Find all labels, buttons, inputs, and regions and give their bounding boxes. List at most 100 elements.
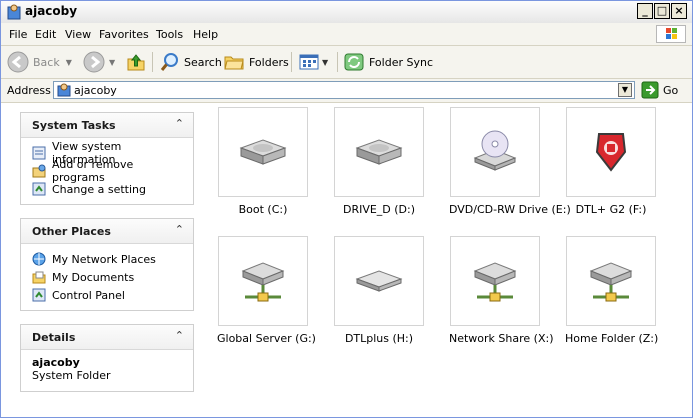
back-button[interactable]: Back ▼: [7, 51, 72, 73]
place-my-network-places[interactable]: My Network Places: [32, 250, 183, 268]
toolbar-separator: [291, 52, 292, 72]
drive-item[interactable]: Global Server (G:): [217, 236, 316, 345]
maximize-button[interactable]: □: [654, 3, 670, 19]
network-drive-icon: [473, 262, 517, 302]
details-header[interactable]: Details ⌃: [21, 325, 193, 350]
up-folder-icon: [127, 54, 145, 71]
collapse-chevron-icon[interactable]: ⌃: [175, 117, 184, 130]
control-panel-icon: [32, 288, 46, 302]
go-arrow-icon: [641, 81, 659, 99]
drive-thumbnail: [334, 236, 424, 326]
menu-favorites[interactable]: Favorites: [99, 28, 149, 41]
back-label: Back: [33, 55, 60, 69]
place-label: My Documents: [52, 270, 135, 284]
menu-view[interactable]: View: [65, 28, 91, 41]
place-control-panel[interactable]: Control Panel: [32, 286, 183, 304]
drive-label: DTL+ G2 (F:): [575, 203, 647, 216]
drive-thumbnail: [334, 107, 424, 197]
details-panel: Details ⌃ ajacoby System Folder: [20, 324, 194, 392]
drive-item[interactable]: DTLplus (H:): [333, 236, 425, 345]
forward-button[interactable]: ▼: [83, 51, 115, 73]
window-title: ajacoby: [25, 4, 78, 18]
toolbar-separator: [337, 52, 338, 72]
menu-tools[interactable]: Tools: [156, 28, 183, 41]
close-button[interactable]: ×: [671, 3, 687, 19]
folder-sync-icon: [344, 53, 364, 71]
folder-sync-button[interactable]: Folder Sync: [343, 51, 433, 73]
system-info-icon: [32, 146, 46, 160]
drive-label: Global Server (G:): [217, 332, 316, 345]
toolbar: Back ▼ ▼ Search Folders ▼ Folder Sync: [1, 46, 692, 79]
drive-thumbnail: [218, 236, 308, 326]
place-my-documents[interactable]: My Documents: [32, 268, 183, 286]
place-label: My Network Places: [52, 252, 156, 266]
address-bar: Address ajacoby ▼ Go: [1, 79, 692, 103]
search-label: Search: [184, 55, 222, 69]
collapse-chevron-icon[interactable]: ⌃: [175, 223, 184, 236]
drive-label: DTLplus (H:): [344, 332, 414, 345]
other-places-header[interactable]: Other Places ⌃: [21, 219, 193, 244]
views-button[interactable]: ▼: [298, 51, 328, 73]
address-label: Address: [7, 84, 51, 97]
drive-label: Home Folder (Z:): [565, 332, 659, 345]
other-places-panel: Other Places ⌃ My Network Places My Docu…: [20, 218, 194, 311]
minimize-button[interactable]: _: [637, 3, 653, 19]
folders-icon: [224, 56, 244, 70]
title-bar[interactable]: ajacoby _ □ ×: [1, 1, 692, 24]
menu-file[interactable]: File: [9, 28, 27, 41]
forward-arrow-icon: [83, 51, 105, 73]
address-input[interactable]: ajacoby ▼: [53, 81, 635, 99]
folder-sync-label: Folder Sync: [369, 55, 434, 69]
task-pane: System Tasks ⌃ View system information A…: [1, 103, 211, 417]
drive-item[interactable]: Boot (C:): [217, 107, 309, 216]
views-icon: [299, 54, 319, 70]
task-label: Change a setting: [52, 182, 146, 196]
network-drive-icon: [241, 262, 285, 302]
hard-drive-icon: [239, 139, 287, 165]
drive-label: DRIVE_D (D:): [342, 203, 416, 216]
back-dropdown-icon[interactable]: ▼: [66, 58, 72, 67]
menu-bar: File Edit View Favorites Tools Help: [1, 23, 692, 46]
address-dropdown-icon[interactable]: ▼: [618, 83, 632, 97]
toolbar-separator: [152, 52, 153, 72]
system-tasks-title: System Tasks: [32, 119, 116, 132]
system-tasks-panel: System Tasks ⌃ View system information A…: [20, 112, 194, 205]
go-button[interactable]: Go: [641, 81, 689, 99]
network-drive-icon: [589, 262, 633, 302]
drive-item[interactable]: DRIVE_D (D:): [333, 107, 425, 216]
cd-drive-icon: [473, 130, 517, 171]
place-label: Control Panel: [52, 288, 125, 302]
go-label: Go: [663, 83, 679, 97]
menu-edit[interactable]: Edit: [35, 28, 56, 41]
drive-thumbnail: [566, 236, 656, 326]
up-folder-button[interactable]: [125, 51, 147, 73]
my-documents-icon: [32, 271, 46, 284]
add-remove-programs-icon: [32, 164, 46, 178]
forward-dropdown-icon[interactable]: ▼: [109, 58, 115, 67]
details-title: Details: [32, 331, 76, 344]
drive-item[interactable]: Network Share (X:): [449, 236, 554, 345]
details-type: System Folder: [32, 369, 111, 382]
folders-button[interactable]: Folders: [223, 51, 289, 73]
folders-label: Folders: [249, 55, 289, 69]
drive-item[interactable]: DTL+ G2 (F:): [565, 107, 657, 216]
drive-thumbnail: [566, 107, 656, 197]
removable-drive-icon: [355, 270, 403, 292]
drive-label: Network Share (X:): [449, 332, 554, 345]
search-button[interactable]: Search: [159, 51, 222, 73]
task-add-remove-programs[interactable]: Add or remove programs: [32, 158, 183, 184]
address-value: ajacoby: [74, 84, 117, 97]
drive-thumbnail: [218, 107, 308, 197]
menu-help[interactable]: Help: [193, 28, 218, 41]
user-folder-icon: [7, 4, 21, 20]
drive-item[interactable]: DVD/CD-RW Drive (E:): [449, 107, 571, 216]
collapse-chevron-icon[interactable]: ⌃: [175, 329, 184, 342]
views-dropdown-icon[interactable]: ▼: [322, 58, 328, 67]
drive-item[interactable]: Home Folder (Z:): [565, 236, 659, 345]
drive-thumbnail: [450, 107, 540, 197]
network-places-icon: [32, 252, 46, 266]
explorer-window: ajacoby _ □ × File Edit View Favorites T…: [0, 0, 693, 418]
back-arrow-icon: [7, 51, 29, 73]
system-tasks-header[interactable]: System Tasks ⌃: [21, 113, 193, 138]
user-folder-icon: [57, 83, 71, 97]
